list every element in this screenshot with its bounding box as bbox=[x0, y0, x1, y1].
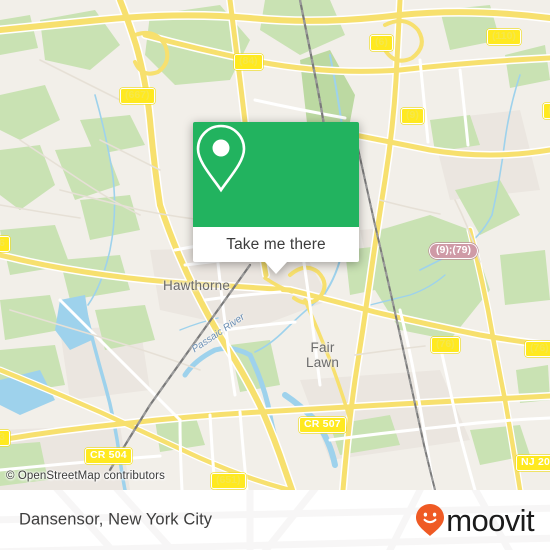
map-attribution[interactable]: © OpenStreetMap contributors bbox=[6, 470, 165, 482]
map-pin-icon bbox=[196, 124, 246, 193]
page-title: Dansensor, New York City bbox=[19, 510, 213, 529]
road-shield-nj-208[interactable]: NJ 208 bbox=[516, 455, 550, 471]
road-shield-667[interactable]: (667) bbox=[120, 88, 155, 104]
road-shield-edge-left-upper[interactable]: 6 bbox=[0, 236, 10, 252]
take-me-there-button[interactable]: Take me there bbox=[193, 227, 359, 274]
road-shield-cr-504[interactable]: CR 504 bbox=[85, 448, 132, 464]
marker-card-tail bbox=[265, 262, 287, 274]
road-shield-76[interactable]: (76) bbox=[431, 337, 460, 353]
place-label-fair-lawn: Fair Lawn bbox=[306, 340, 340, 370]
location-marker-card[interactable]: Take me there bbox=[193, 122, 359, 274]
road-shield-9[interactable]: (9) bbox=[401, 108, 424, 124]
road-shield-cr-507[interactable]: CR 507 bbox=[299, 417, 346, 433]
place-label-hawthorne: Hawthorne bbox=[163, 278, 231, 293]
map-screenshot: .park { fill:#c9e2b3; } .parkd { fill:#b… bbox=[0, 0, 550, 550]
road-shield-651[interactable]: (651) bbox=[211, 473, 246, 489]
moovit-smiley-pin-icon bbox=[416, 504, 445, 536]
road-shield-edge-left-lower[interactable]: 3 bbox=[0, 430, 10, 446]
road-shield-edge-right[interactable]: ( bbox=[543, 103, 550, 119]
moovit-logo[interactable]: moovit bbox=[415, 502, 535, 538]
road-shield-6[interactable]: (6) bbox=[370, 35, 393, 51]
map-canvas[interactable]: .park { fill:#c9e2b3; } .parkd { fill:#b… bbox=[0, 0, 550, 490]
footer-bar: Dansensor, New York City moovit bbox=[0, 490, 550, 550]
moovit-wordmark: moovit bbox=[446, 502, 534, 538]
marker-card-header bbox=[193, 122, 359, 227]
road-shield-9-79[interactable]: (9);(79) bbox=[429, 243, 479, 259]
road-shield-84[interactable]: (84) bbox=[234, 54, 263, 70]
road-shield-76-east[interactable]: (76) bbox=[525, 341, 550, 357]
road-shield-110[interactable]: (110) bbox=[487, 29, 521, 45]
take-me-there-label: Take me there bbox=[226, 235, 326, 253]
